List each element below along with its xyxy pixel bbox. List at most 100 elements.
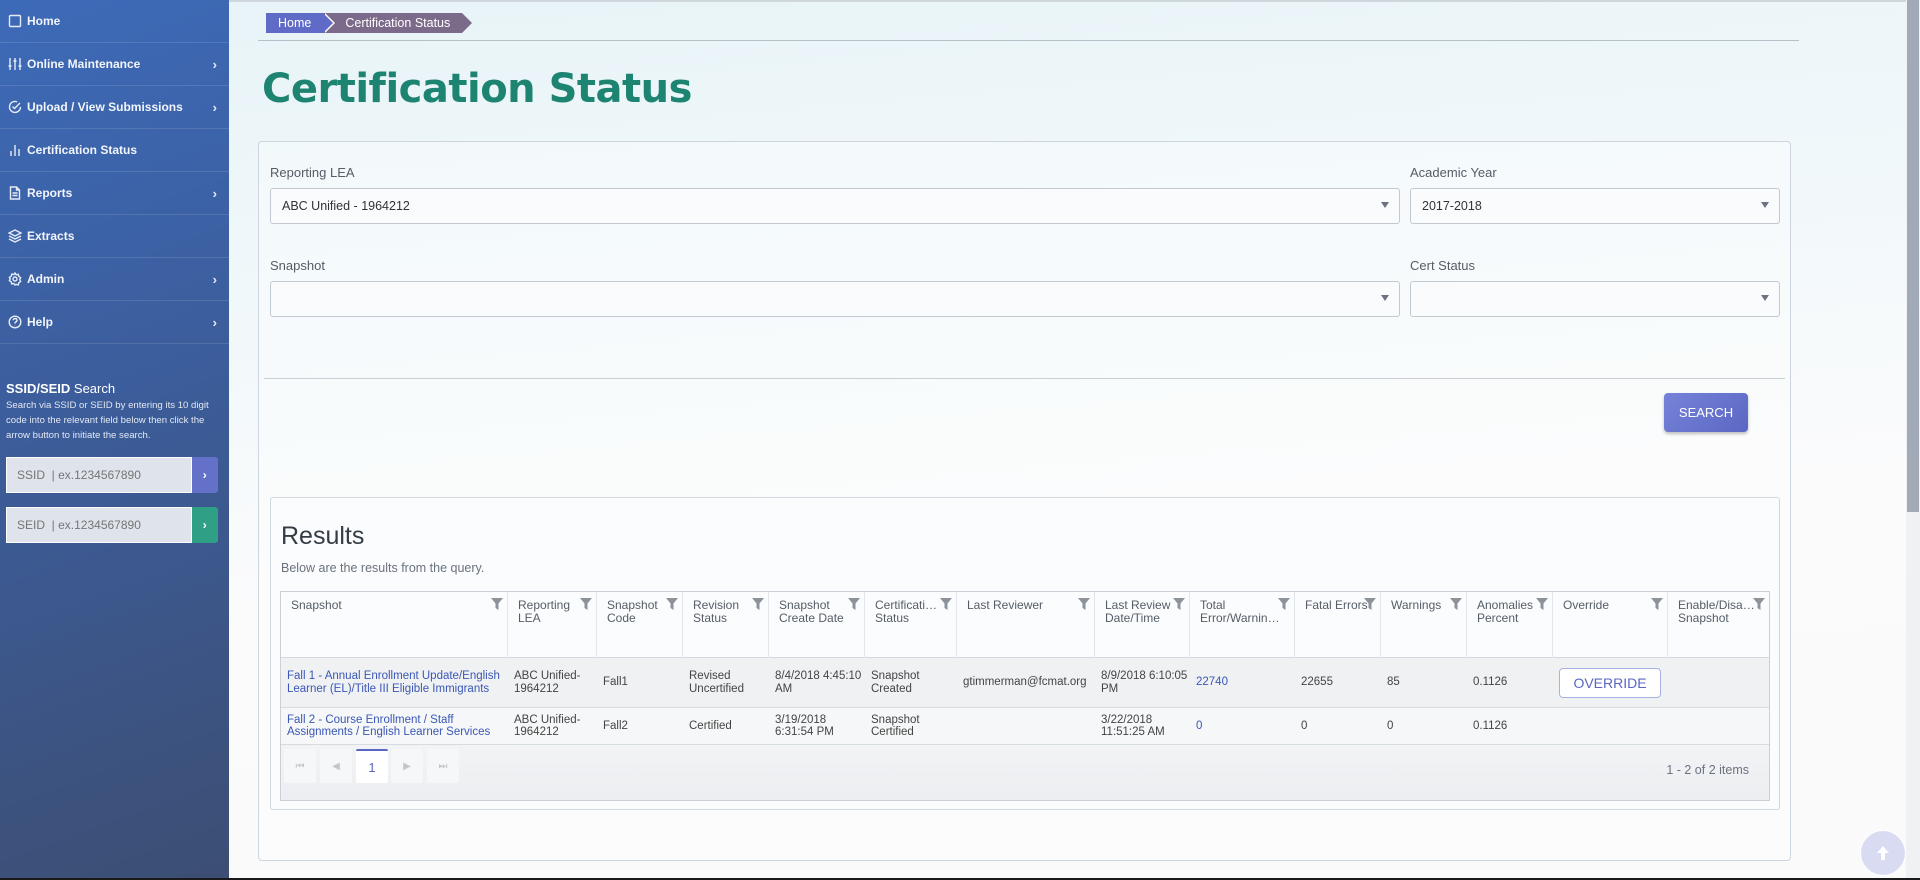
cell-fatal-errors: 0: [1301, 719, 1308, 732]
filter-icon[interactable]: [491, 598, 503, 610]
filter-icon[interactable]: [1753, 598, 1765, 610]
seid-input[interactable]: [17, 518, 191, 532]
sidebar-item-label: Admin: [27, 272, 65, 286]
cell-last-reviewer: gtimmerman@fcmat.org: [963, 676, 1087, 689]
sidebar-item-admin[interactable]: Admin ›: [0, 258, 229, 301]
filter-icon[interactable]: [752, 598, 764, 610]
help-circle-icon: [7, 314, 23, 330]
breadcrumb-home[interactable]: Home: [266, 13, 336, 33]
cell-snapshot-code: Fall1: [603, 676, 628, 689]
sidebar-item-upload-view-submissions[interactable]: Upload / View Submissions ›: [0, 86, 229, 129]
column-header-label: Certificati… Status: [875, 598, 938, 625]
snapshot-label: Snapshot: [270, 258, 325, 273]
filter-icon[interactable]: [1078, 598, 1090, 610]
document-icon: [7, 185, 23, 201]
cell-revision-status: Certified: [689, 719, 732, 732]
page-1-button[interactable]: 1: [356, 749, 388, 783]
column-header-anomalies-percent[interactable]: Anomalies Percent: [1467, 592, 1553, 658]
column-header-label: Enable/Disa… Snapshot: [1678, 598, 1755, 625]
cell-revision-status: Revised Uncertified: [689, 670, 744, 695]
sidebar-item-label: Extracts: [27, 229, 75, 243]
sidebar-item-certification-status[interactable]: Certification Status: [0, 129, 229, 172]
filter-icon[interactable]: [940, 598, 952, 610]
page-scrollbar[interactable]: [1906, 0, 1920, 880]
arrow-up-icon: [1877, 846, 1889, 860]
seid-go-button[interactable]: ›: [191, 507, 218, 543]
snapshot-select[interactable]: [270, 281, 1400, 317]
column-header-last-review-date[interactable]: Last Review Date/Time: [1095, 592, 1190, 658]
filter-icon[interactable]: [666, 598, 678, 610]
sidebar-item-home[interactable]: Home: [0, 0, 229, 43]
filter-icon[interactable]: [1364, 598, 1376, 610]
academic-year-select[interactable]: 2017-2018: [1410, 188, 1780, 224]
sliders-icon: [7, 56, 23, 72]
ssid-go-button[interactable]: ›: [191, 457, 218, 493]
scrollbar-thumb[interactable]: [1907, 0, 1919, 512]
cell-warnings: 85: [1387, 676, 1400, 689]
reporting-lea-value: ABC Unified - 1964212: [282, 199, 410, 213]
override-button[interactable]: OVERRIDE: [1559, 667, 1661, 698]
column-header-snapshot-code[interactable]: Snapshot Code: [597, 592, 683, 658]
ssid-search-title: SSID/SEID Search: [6, 381, 224, 396]
filter-icon[interactable]: [848, 598, 860, 610]
sidebar-item-help[interactable]: Help ›: [0, 301, 229, 344]
column-header-override[interactable]: Override: [1553, 592, 1668, 658]
first-page-button[interactable]: ⏮: [284, 749, 316, 783]
snapshot-link[interactable]: Fall 1 - Annual Enrollment Update/Englis…: [281, 658, 508, 707]
bar-chart-icon: [7, 142, 23, 158]
column-header-label: Snapshot Code: [607, 598, 658, 625]
gear-icon: [7, 271, 23, 287]
cell-total-errors-link[interactable]: 22740: [1190, 658, 1295, 707]
last-page-button[interactable]: ⏭: [427, 749, 459, 783]
filter-icon[interactable]: [1278, 598, 1290, 610]
column-header-snapshot[interactable]: Snapshot: [281, 592, 508, 658]
cert-status-select[interactable]: [1410, 281, 1780, 317]
reporting-lea-select[interactable]: ABC Unified - 1964212: [270, 188, 1400, 224]
breadcrumb: Home Certification Status: [266, 13, 473, 33]
filter-icon[interactable]: [1651, 598, 1663, 610]
results-grid: Snapshot Reporting LEA Snapshot Code Rev…: [280, 591, 1770, 801]
column-header-label: Reporting LEA: [518, 598, 571, 625]
filter-icon[interactable]: [580, 598, 592, 610]
cell-total-errors-link[interactable]: 0: [1190, 708, 1295, 744]
ssid-input-wrap: [6, 457, 192, 493]
column-header-revision-status[interactable]: Revision Status: [683, 592, 769, 658]
search-button[interactable]: SEARCH: [1664, 393, 1748, 432]
filter-icon[interactable]: [1536, 598, 1548, 610]
academic-year-label: Academic Year: [1410, 165, 1497, 180]
column-header-snapshot-create-date[interactable]: Snapshot Create Date: [769, 592, 865, 658]
snapshot-link[interactable]: Fall 2 - Course Enrollment / Staff Assig…: [281, 708, 508, 744]
prev-page-button[interactable]: ◀: [320, 749, 352, 783]
filter-icon[interactable]: [1450, 598, 1462, 610]
column-header-label: Snapshot: [291, 598, 342, 612]
pager-info: 1 - 2 of 2 items: [1666, 763, 1749, 777]
cell-override: OVERRIDE: [1553, 658, 1668, 707]
column-header-last-reviewer[interactable]: Last Reviewer: [957, 592, 1095, 658]
ssid-search-description: Search via SSID or SEID by entering its …: [6, 400, 209, 441]
sidebar-item-label: Upload / View Submissions: [27, 100, 183, 114]
column-header-enable-disable[interactable]: Enable/Disa… Snapshot: [1668, 592, 1769, 658]
column-header-reporting-lea[interactable]: Reporting LEA: [508, 592, 597, 658]
sidebar-item-extracts[interactable]: Extracts: [0, 215, 229, 258]
column-header-warnings[interactable]: Warnings: [1381, 592, 1467, 658]
sidebar-item-online-maintenance[interactable]: Online Maintenance ›: [0, 43, 229, 86]
results-subtitle: Below are the results from the query.: [281, 561, 485, 575]
column-header-total-errors[interactable]: Total Error/Warnin…: [1190, 592, 1295, 658]
column-header-label: Revision Status: [693, 598, 740, 625]
seid-search-row: ›: [0, 507, 218, 543]
sidebar-item-reports[interactable]: Reports ›: [0, 172, 229, 215]
chevron-right-icon: ›: [212, 56, 217, 72]
scroll-to-top-button[interactable]: [1860, 830, 1906, 876]
cell-override: [1553, 708, 1668, 744]
column-header-certification-status[interactable]: Certificati… Status: [865, 592, 957, 658]
column-header-fatal-errors[interactable]: Fatal Errors: [1295, 592, 1381, 658]
sidebar: Home Online Maintenance › Upload / View …: [0, 0, 229, 880]
column-header-label: Fatal Errors: [1305, 598, 1368, 612]
ssid-input[interactable]: [17, 468, 191, 482]
next-page-button[interactable]: ▶: [391, 749, 423, 783]
breadcrumb-divider: [258, 40, 1799, 41]
column-header-label: Total Error/Warnin…: [1200, 598, 1280, 625]
sidebar-item-label: Online Maintenance: [27, 57, 141, 71]
filter-icon[interactable]: [1173, 598, 1185, 610]
check-circle-icon: [7, 99, 23, 115]
